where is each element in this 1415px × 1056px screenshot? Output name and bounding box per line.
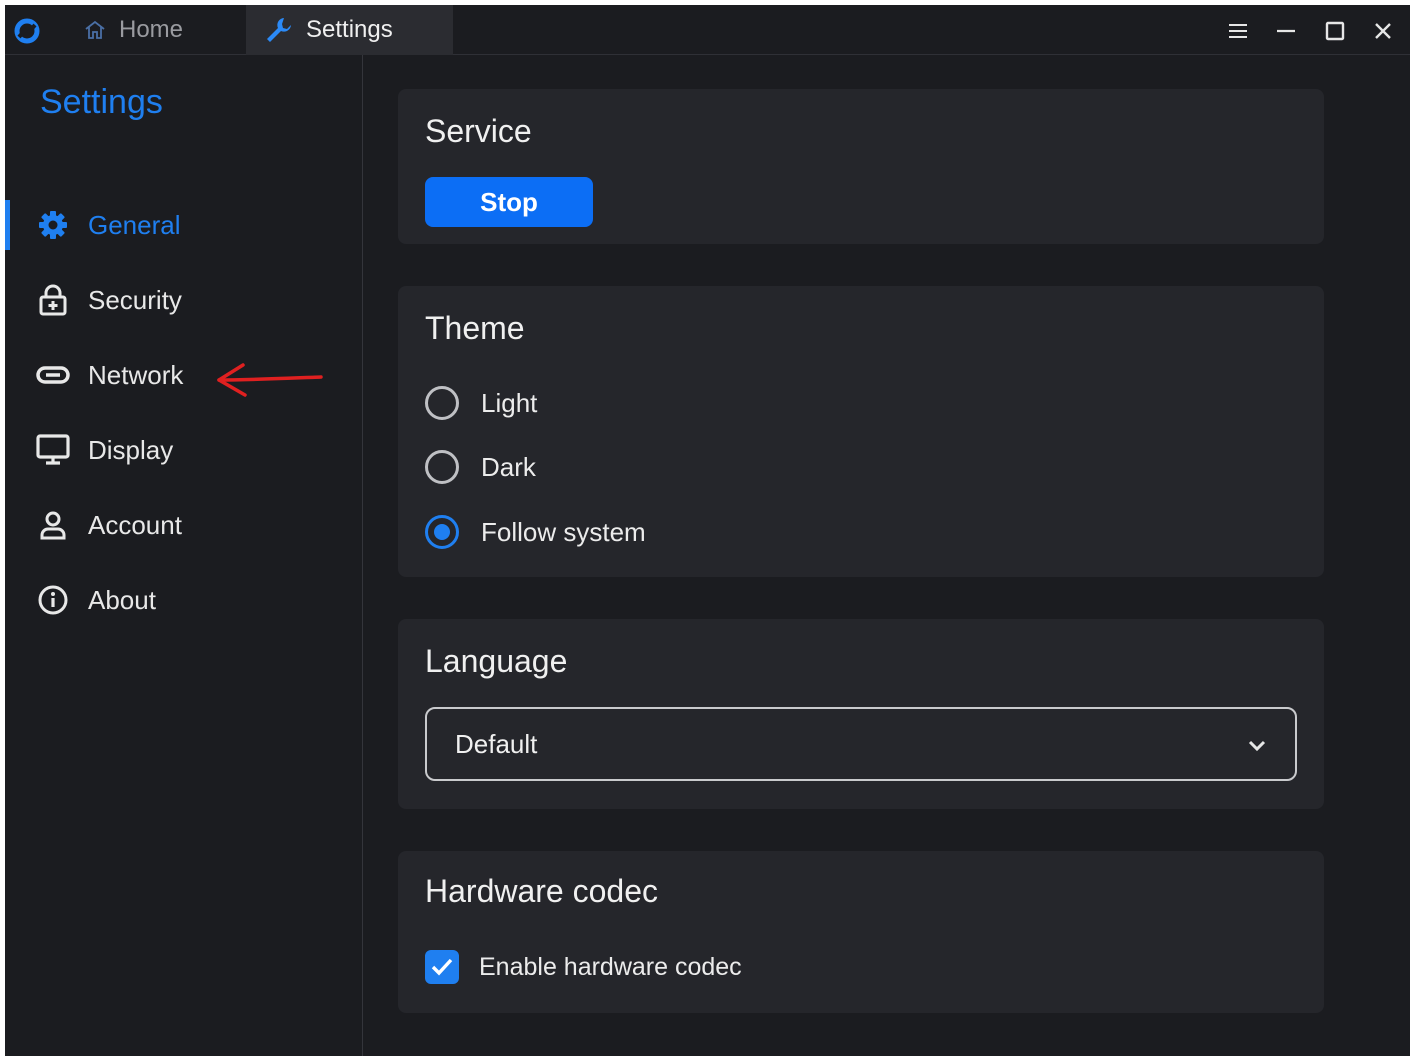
stop-button[interactable]: Stop bbox=[425, 177, 593, 227]
tab-settings-label: Settings bbox=[306, 16, 393, 43]
language-value: Default bbox=[455, 728, 538, 759]
language-card: Language Default bbox=[398, 619, 1324, 809]
sidebar-title: Settings bbox=[40, 83, 163, 121]
wrench-icon bbox=[264, 15, 294, 45]
service-title: Service bbox=[425, 113, 532, 149]
sidebar-item-label: Account bbox=[88, 509, 182, 540]
sidebar-item-general[interactable]: General bbox=[5, 197, 362, 253]
language-select[interactable]: Default bbox=[425, 707, 1297, 781]
theme-title: Theme bbox=[425, 310, 525, 346]
sidebar-item-security[interactable]: Security bbox=[5, 272, 362, 328]
radio-label: Follow system bbox=[481, 516, 646, 547]
radio-dark[interactable] bbox=[425, 450, 459, 484]
user-icon bbox=[35, 510, 71, 540]
radio-light[interactable] bbox=[425, 386, 459, 420]
hwcodec-checkbox[interactable] bbox=[425, 950, 459, 984]
sidebar-item-about[interactable]: About bbox=[5, 572, 362, 628]
annotation-arrow bbox=[217, 363, 323, 397]
radio-follow-system[interactable] bbox=[425, 515, 459, 549]
sidebar-item-label: Display bbox=[88, 434, 174, 465]
tab-home-label: Home bbox=[119, 16, 184, 43]
radio-label: Dark bbox=[481, 451, 536, 482]
hwcodec-option[interactable]: Enable hardware codec bbox=[425, 947, 742, 987]
theme-card: Theme Light Dark Follow system bbox=[398, 286, 1324, 577]
radio-label: Light bbox=[481, 387, 538, 418]
sidebar-item-account[interactable]: Account bbox=[5, 497, 362, 553]
tab-settings[interactable]: Settings bbox=[246, 5, 453, 55]
language-title: Language bbox=[425, 643, 568, 679]
theme-option-follow-system[interactable]: Follow system bbox=[425, 512, 646, 552]
chevron-down-icon bbox=[1247, 729, 1267, 760]
title-bar: Home Settings bbox=[5, 5, 1410, 55]
app-logo-icon bbox=[14, 18, 40, 44]
theme-option-light[interactable]: Light bbox=[425, 383, 537, 423]
checkmark-icon bbox=[431, 958, 453, 976]
maximize-icon[interactable] bbox=[1319, 15, 1351, 47]
hwcodec-title: Hardware codec bbox=[425, 873, 658, 909]
theme-option-dark[interactable]: Dark bbox=[425, 447, 536, 487]
sidebar-item-label: About bbox=[88, 584, 156, 615]
sidebar-item-label: Security bbox=[88, 284, 182, 315]
service-card: Service Stop bbox=[398, 89, 1324, 244]
info-icon bbox=[35, 584, 71, 616]
hwcodec-label: Enable hardware codec bbox=[479, 952, 742, 981]
tab-home[interactable]: Home bbox=[79, 5, 245, 55]
sidebar-item-display[interactable]: Display bbox=[5, 422, 362, 478]
link-icon bbox=[35, 365, 71, 385]
minimize-icon[interactable] bbox=[1270, 15, 1302, 47]
close-icon[interactable] bbox=[1367, 15, 1399, 47]
monitor-icon bbox=[35, 434, 71, 466]
menu-icon[interactable] bbox=[1222, 15, 1254, 47]
app-window: Home Settings Settings General Security … bbox=[5, 5, 1410, 1056]
sidebar: Settings General Security Network Displa… bbox=[5, 55, 363, 1056]
home-icon bbox=[83, 18, 107, 42]
sidebar-item-label: General bbox=[88, 209, 181, 240]
sidebar-item-label: Network bbox=[88, 359, 184, 390]
gear-icon bbox=[35, 209, 71, 241]
lock-icon bbox=[35, 284, 71, 316]
hwcodec-card: Hardware codec Enable hardware codec bbox=[398, 851, 1324, 1013]
